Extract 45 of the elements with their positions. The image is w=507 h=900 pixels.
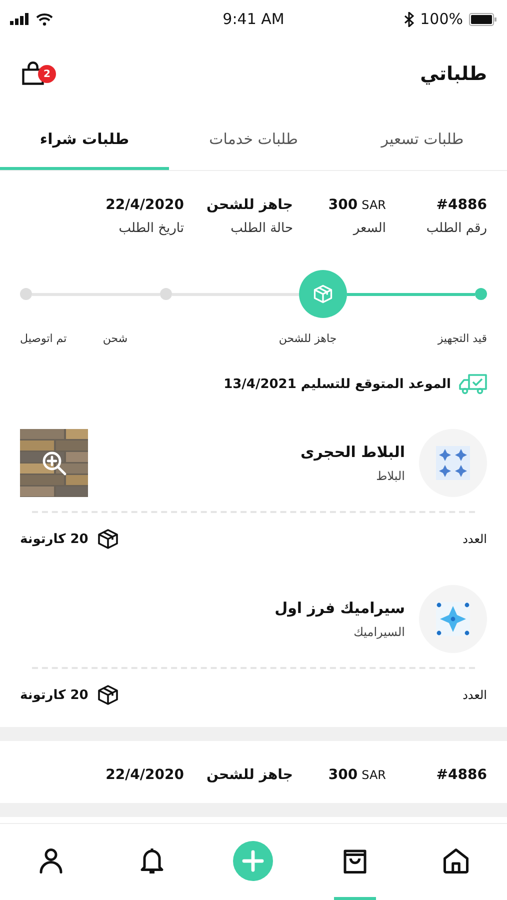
currency-unit: SAR xyxy=(362,768,386,782)
cart-badge: 2 xyxy=(38,65,56,83)
field-value: جاهز للشحن xyxy=(206,197,293,213)
home-icon xyxy=(441,846,472,876)
step-label: شحن xyxy=(102,332,128,345)
tab[interactable]: طلبات شراء xyxy=(0,110,169,170)
step-label: قيد التجهيز xyxy=(438,332,487,345)
field-value: جاهز للشحن xyxy=(206,767,293,783)
tab[interactable]: طلبات تسعير xyxy=(338,110,507,170)
box-icon xyxy=(312,283,334,305)
delivery-truck-icon xyxy=(459,373,487,395)
count-label: العدد xyxy=(462,532,487,546)
tile-pattern-icon xyxy=(436,446,470,480)
field-value: 22/4/2020 xyxy=(106,197,184,213)
count-label: العدد xyxy=(462,688,487,702)
add-icon xyxy=(233,840,274,880)
step-label: جاهز للشحن xyxy=(278,332,337,345)
shopping-bag-icon[interactable] xyxy=(20,61,46,87)
product-name: سيراميك فرز اول xyxy=(274,599,405,617)
product-category: البلاط xyxy=(375,469,405,483)
field-label: رقم الطلب xyxy=(425,221,487,236)
signal-icon xyxy=(10,13,30,25)
box-icon xyxy=(96,527,120,551)
field-value: 300 xyxy=(328,197,358,213)
field-label: تاريخ الطلب xyxy=(118,221,184,236)
field-label: السعر xyxy=(352,221,386,236)
tile-pattern-icon xyxy=(436,602,470,636)
step-label: تم اتوصيل xyxy=(20,332,67,345)
wifi-icon xyxy=(36,12,53,26)
battery-icon xyxy=(469,12,497,26)
field-value: 22/4/2020 xyxy=(106,767,184,783)
zoom-in-icon[interactable] xyxy=(40,449,68,477)
tab[interactable]: طلبات خدمات xyxy=(169,110,338,170)
currency-unit: SAR xyxy=(362,198,386,212)
product-category: السيراميك xyxy=(352,625,405,639)
field-value: 300 xyxy=(328,767,358,783)
product-name: البلاط الحجرى xyxy=(299,443,405,461)
status-time: 9:41 AM xyxy=(222,10,284,28)
field-label: حالة الطلب xyxy=(230,221,293,236)
battery-percent: 100% xyxy=(420,10,463,28)
bluetooth-icon xyxy=(404,12,414,26)
page-title: طلباتي xyxy=(420,63,487,85)
field-value: #4886 xyxy=(436,767,487,783)
box-icon xyxy=(96,683,120,707)
field-value: #4886 xyxy=(436,197,487,213)
